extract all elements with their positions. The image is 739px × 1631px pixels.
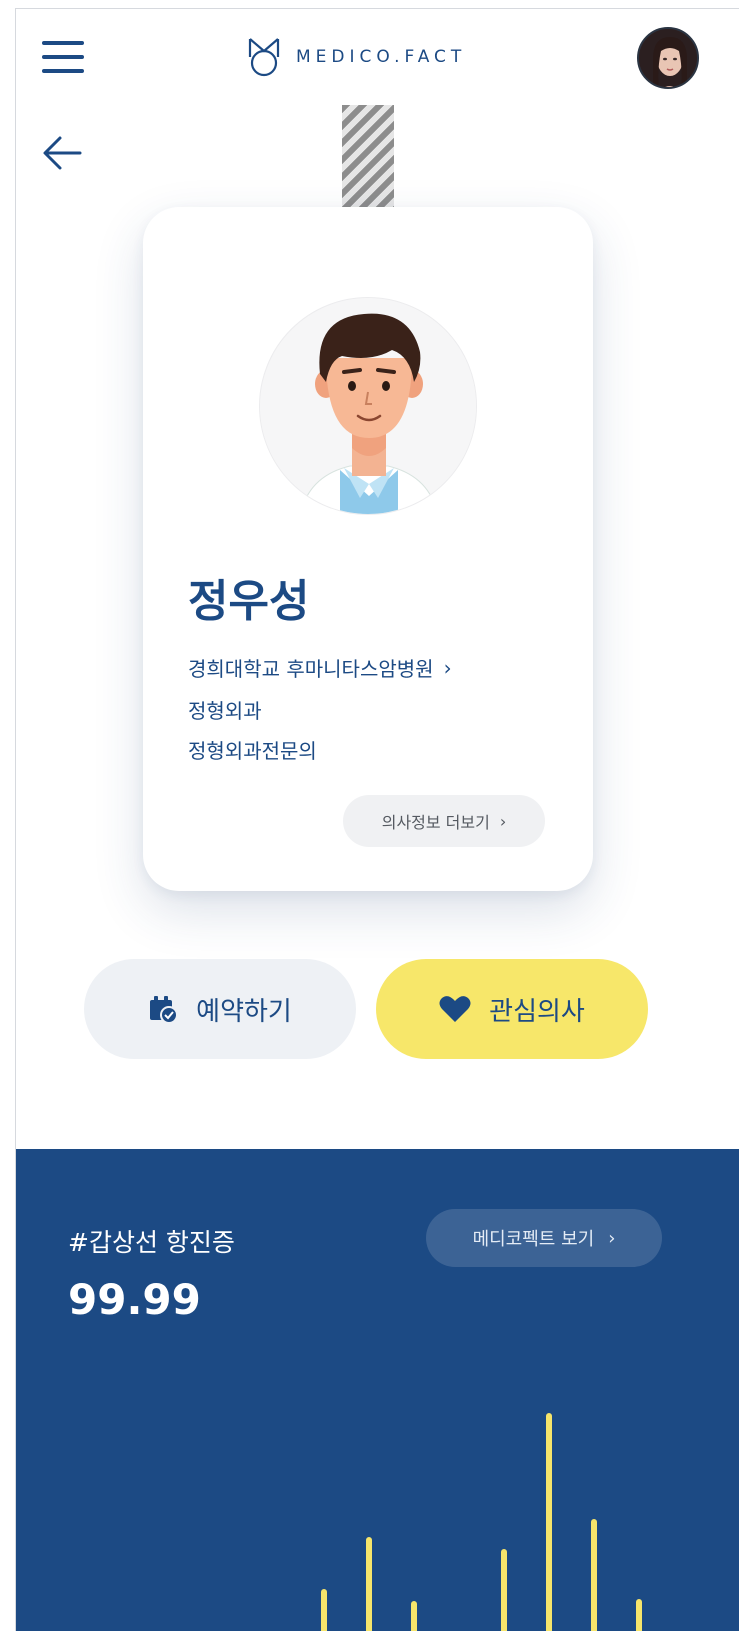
doctor-department: 정형외과: [188, 699, 262, 723]
logo[interactable]: MEDICO.FACT: [246, 35, 466, 79]
more-doctor-info-label: 의사정보 더보기: [381, 813, 490, 832]
chevron-right-icon: ›: [499, 811, 507, 831]
back-arrow-icon[interactable]: [40, 133, 84, 173]
reserve-button[interactable]: 예약하기: [84, 959, 356, 1059]
logo-mark-icon: [248, 38, 280, 77]
hospital-name: 경희대학교 후마니타스암병원: [188, 657, 434, 681]
view-medicofact-button[interactable]: 메디코펙트 보기 ›: [426, 1209, 662, 1267]
more-doctor-info-button[interactable]: 의사정보 더보기 ›: [343, 795, 545, 847]
hospital-link[interactable]: 경희대학교 후마니타스암병원 ›: [188, 653, 452, 682]
doctor-id-card: 정우성 경희대학교 후마니타스암병원 › 정형외과 정형외과전문의 의사정보 더…: [143, 207, 593, 891]
doctor-name: 정우성: [188, 576, 310, 627]
chevron-right-icon: ›: [443, 655, 452, 680]
doctor-specialty: 정형외과전문의: [188, 739, 317, 763]
chevron-right-icon: ›: [608, 1227, 616, 1249]
menu-icon[interactable]: [42, 39, 84, 75]
header: MEDICO.FACT: [16, 9, 739, 105]
chart-bar: [411, 1601, 417, 1631]
chart-bar: [321, 1589, 327, 1631]
user-avatar[interactable]: [637, 27, 699, 89]
reserve-label: 예약하기: [196, 996, 292, 1027]
heart-icon: [439, 995, 471, 1023]
app-frame: MEDICO.FACT 정우성 경희대학교 후마니타스암병원 › 정형외과 정형…: [15, 8, 739, 1631]
favorite-label: 관심의사: [489, 996, 585, 1027]
stats-panel: #갑상선 항진증 99.99 메디코펙트 보기 ›: [16, 1149, 739, 1631]
chart-bar: [501, 1549, 507, 1631]
view-medicofact-label: 메디코펙트 보기: [472, 1229, 595, 1250]
disease-tag[interactable]: #갑상선 항진증: [68, 1223, 235, 1259]
favorite-doctor-button[interactable]: 관심의사: [376, 959, 648, 1059]
logo-text: MEDICO.FACT: [296, 47, 467, 67]
score-value: 99.99: [68, 1275, 201, 1324]
chart-bar: [636, 1599, 642, 1631]
chart-bar: [591, 1519, 597, 1631]
chart-bar: [366, 1537, 372, 1631]
calendar-check-icon: [148, 994, 179, 1024]
doctor-avatar: [259, 297, 477, 515]
chart-bar: [546, 1413, 552, 1631]
